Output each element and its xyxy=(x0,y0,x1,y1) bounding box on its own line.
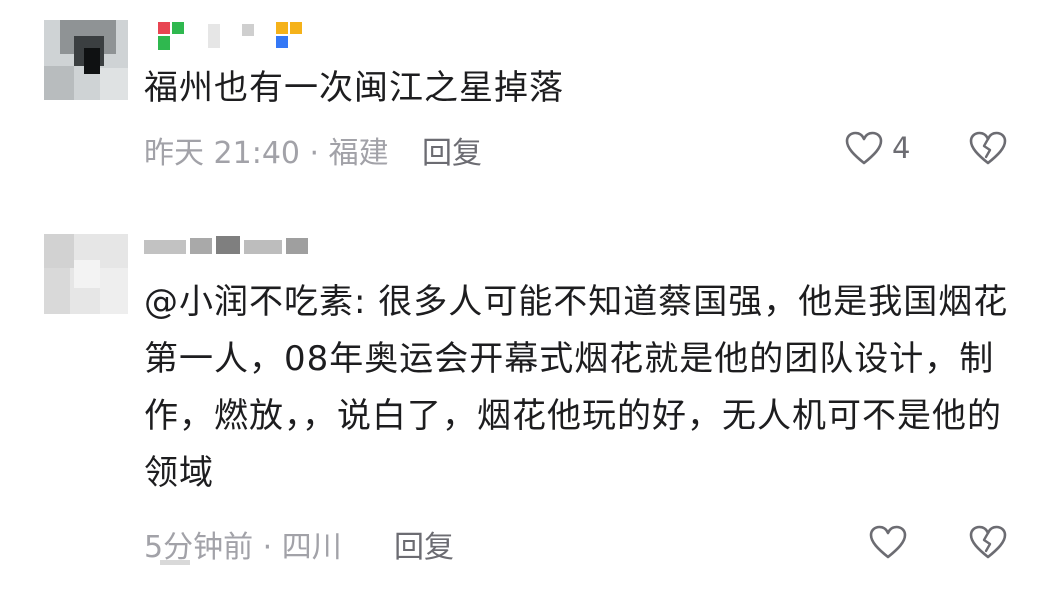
like-button[interactable]: 4 xyxy=(844,130,910,166)
comment-time: 昨天 21:40 xyxy=(144,136,300,171)
comment-item: 福州也有一次闽江之星掉落 昨天 21:40 · 福建 回复 4 xyxy=(0,0,1045,200)
username[interactable] xyxy=(144,236,314,254)
meta-separator: · xyxy=(253,530,282,565)
comment-text: @小润不吃素: 很多人可能不知道蔡国强，他是我国烟花第一人，08年奥运会开幕式烟… xyxy=(144,282,1009,493)
comment-location: 福建 xyxy=(328,136,389,171)
avatar[interactable] xyxy=(44,234,128,314)
heart-outline-icon xyxy=(868,524,908,560)
avatar[interactable] xyxy=(44,20,128,100)
like-count: 4 xyxy=(892,131,911,165)
comment-location: 四川 xyxy=(281,530,342,565)
comment-text: 福州也有一次闽江之星掉落 xyxy=(144,68,564,108)
broken-heart-icon[interactable] xyxy=(968,130,1008,166)
comment-item: @小润不吃素: 很多人可能不知道蔡国强，他是我国烟花第一人，08年奥运会开幕式烟… xyxy=(0,200,1045,601)
reply-button[interactable]: 回复 xyxy=(394,522,454,566)
username[interactable] xyxy=(158,22,308,58)
reply-button[interactable]: 回复 xyxy=(422,128,482,172)
comment-meta: 昨天 21:40 · 福建 xyxy=(144,128,389,172)
redaction-mark xyxy=(160,560,190,565)
heart-outline-icon xyxy=(844,130,884,166)
broken-heart-icon[interactable] xyxy=(968,524,1008,560)
like-button[interactable] xyxy=(868,524,916,560)
meta-separator: · xyxy=(300,136,329,171)
